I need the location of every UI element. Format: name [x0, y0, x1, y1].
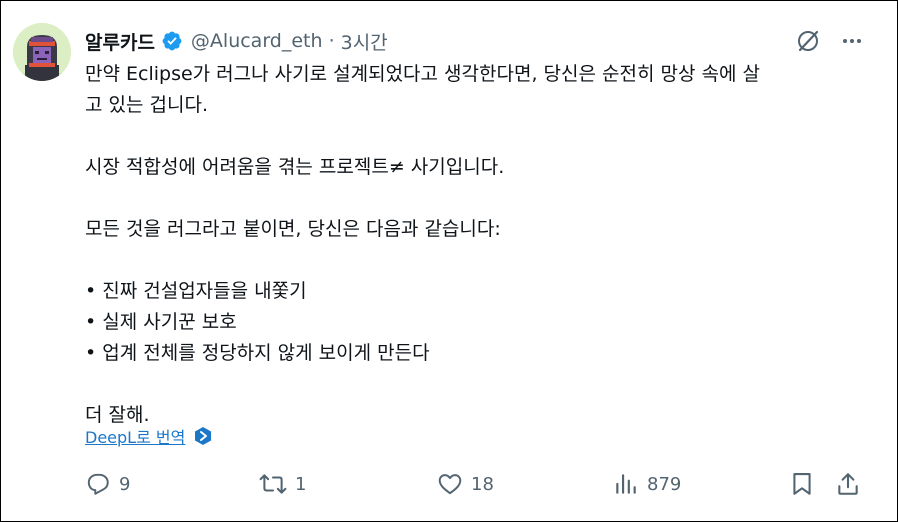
reply-icon — [85, 471, 111, 497]
heart-icon — [437, 471, 463, 497]
tweet-line: 만약 Eclipse가 러그나 사기로 설계되었다고 생각한다면, 당신은 순전… — [85, 63, 760, 85]
reply-button[interactable]: 9 — [85, 467, 130, 501]
retweet-count: 1 — [295, 473, 307, 495]
tweet-time[interactable]: 3시간 — [341, 28, 388, 55]
views-count: 879 — [647, 473, 682, 495]
views-icon — [613, 471, 639, 497]
author-handle[interactable]: @Alucard_eth — [191, 30, 323, 52]
share-button[interactable] — [835, 467, 861, 501]
tweet-line: 고 있는 겁니다. — [85, 94, 208, 116]
share-icon — [835, 471, 861, 497]
tweet-text: 만약 Eclipse가 러그나 사기로 설계되었다고 생각한다면, 당신은 순전… — [85, 59, 875, 431]
like-count: 18 — [471, 473, 494, 495]
retweet-icon — [259, 471, 287, 497]
grok-icon[interactable] — [795, 28, 821, 54]
tweet-line: • 실제 사기꾼 보호 — [85, 311, 237, 333]
separator-dot: · — [328, 30, 335, 52]
avatar-image — [13, 23, 71, 81]
author-name[interactable]: 알루카드 — [85, 28, 155, 55]
avatar[interactable] — [13, 23, 71, 81]
bookmark-icon — [789, 471, 815, 497]
tweet-line: • 업계 전체를 정당하지 않게 보이게 만든다 — [85, 342, 430, 364]
views-button[interactable]: 879 — [613, 467, 681, 501]
tweet-header: 알루카드 @Alucard_eth · 3시간 — [85, 25, 873, 57]
retweet-button[interactable]: 1 — [259, 467, 306, 501]
more-icon[interactable] — [841, 30, 863, 52]
bookmark-button[interactable] — [789, 467, 815, 501]
deepl-icon — [193, 426, 213, 446]
tweet-actions: 9 1 18 879 — [85, 467, 875, 501]
translate-label[interactable]: DeepL로 번역 — [85, 424, 185, 448]
header-actions — [795, 25, 863, 57]
tweet-line: 모든 것을 러그라고 붙이면, 당신은 다음과 같습니다: — [85, 218, 501, 240]
like-button[interactable]: 18 — [437, 467, 494, 501]
tweet-line: • 진짜 건설업자들을 내쫓기 — [85, 280, 307, 302]
tweet-card: 알루카드 @Alucard_eth · 3시간 만약 Eclipse가 러그나 … — [0, 0, 898, 522]
reply-count: 9 — [119, 473, 131, 495]
translate-link[interactable]: DeepL로 번역 — [85, 424, 213, 448]
tweet-line: 시장 적합성에 어려움을 겪는 프로젝트≠ 사기입니다. — [85, 156, 505, 178]
verified-badge-icon — [161, 30, 183, 52]
